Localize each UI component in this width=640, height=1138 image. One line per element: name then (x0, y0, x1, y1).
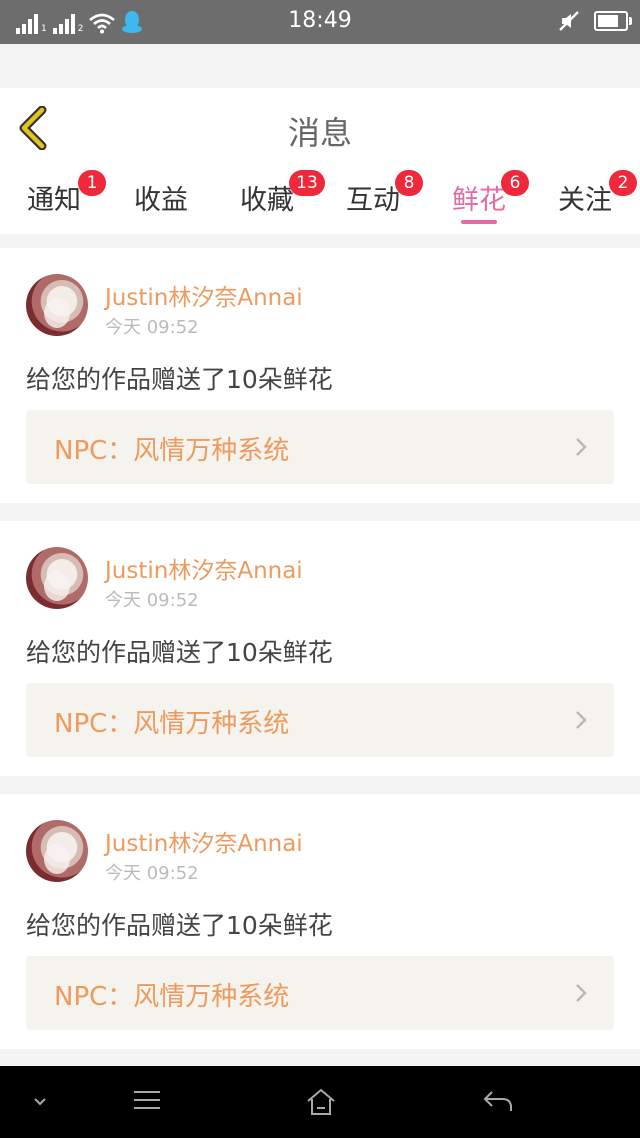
tab-following[interactable]: 关注 2 (545, 170, 637, 217)
message-time: 今天 09:52 (105, 317, 199, 338)
tab-badge: 8 (395, 170, 423, 196)
home-icon[interactable] (305, 1088, 337, 1116)
chevron-right-icon (576, 438, 587, 456)
npc-link[interactable]: NPC：风情万种系统 (26, 683, 614, 757)
username[interactable]: Justin林汐奈Annai (105, 824, 303, 858)
avatar[interactable] (26, 274, 88, 336)
status-time: 18:49 (288, 8, 352, 33)
npc-label: NPC：风情万种系统 (54, 436, 290, 466)
message-text: 给您的作品赠送了10朵鲜花 (26, 638, 333, 667)
tab-badge: 13 (289, 170, 325, 196)
menu-icon[interactable] (132, 1088, 162, 1112)
message-time: 今天 09:52 (105, 863, 199, 884)
tab-badge: 1 (78, 170, 106, 196)
username[interactable]: Justin林汐奈Annai (105, 551, 303, 585)
chevron-right-icon (576, 984, 587, 1002)
tab-badge: 6 (501, 170, 529, 196)
npc-label: NPC：风情万种系统 (54, 709, 290, 739)
tab-earnings[interactable]: 收益 (121, 178, 201, 217)
tab-badge: 2 (609, 170, 637, 196)
tab-favorites[interactable]: 收藏 13 (227, 170, 325, 217)
tab-label: 互动 (346, 185, 400, 216)
npc-label: NPC：风情万种系统 (54, 982, 290, 1012)
tab-label: 收藏 (240, 185, 294, 216)
battery-icon (594, 11, 632, 31)
npc-link[interactable]: NPC：风情万种系统 (26, 956, 614, 1030)
avatar[interactable] (26, 820, 88, 882)
tab-label: 关注 (558, 185, 612, 216)
tab-flowers[interactable]: 鲜花 6 (439, 170, 529, 224)
message-time: 今天 09:52 (105, 590, 199, 611)
tab-label: 通知 (27, 185, 81, 216)
message-text: 给您的作品赠送了10朵鲜花 (26, 911, 333, 940)
npc-link[interactable]: NPC：风情万种系统 (26, 410, 614, 484)
system-nav-bar (0, 1066, 640, 1138)
tab-label: 收益 (134, 185, 188, 216)
tab-label: 鲜花 (452, 185, 506, 216)
message-text: 给您的作品赠送了10朵鲜花 (26, 365, 333, 394)
mute-icon (559, 11, 579, 31)
back-arrow-icon[interactable] (482, 1088, 514, 1114)
message-card[interactable]: Justin林汐奈Annai 今天 09:52 给您的作品赠送了10朵鲜花 NP… (0, 248, 640, 503)
active-tab-indicator (461, 220, 497, 224)
status-right (558, 10, 632, 32)
message-card[interactable]: Justin林汐奈Annai 今天 09:52 给您的作品赠送了10朵鲜花 NP… (0, 521, 640, 776)
avatar[interactable] (26, 547, 88, 609)
chevron-down-icon[interactable] (32, 1096, 48, 1108)
chevron-right-icon (576, 711, 587, 729)
message-card[interactable]: Justin林汐奈Annai 今天 09:52 给您的作品赠送了10朵鲜花 NP… (0, 794, 640, 1049)
tab-notifications[interactable]: 通知 1 (14, 170, 106, 217)
page-title: 消息 (287, 114, 352, 152)
header-bar: 消息 (0, 88, 640, 167)
tab-interactions[interactable]: 互动 8 (333, 170, 423, 217)
tab-bar: 通知 1 收益 收藏 13 互动 8 鲜花 6 关注 2 (0, 166, 640, 234)
username[interactable]: Justin林汐奈Annai (105, 278, 303, 312)
status-bar: 1 2 18:49 (0, 0, 640, 44)
